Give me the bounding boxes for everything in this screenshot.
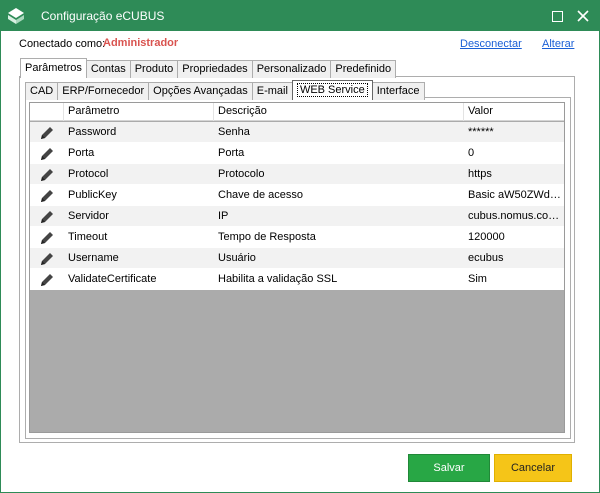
tab-web-service[interactable]: WEB Service (291, 80, 373, 100)
row-value: 0 (468, 147, 475, 159)
edit-pencil-icon[interactable] (30, 248, 64, 269)
row-param: Servidor (68, 210, 109, 222)
table-row[interactable]: Protocol Protocolo https (30, 164, 564, 185)
edit-pencil-icon[interactable] (30, 269, 64, 290)
tab-erp-fornecedor[interactable]: ERP/Fornecedor (57, 82, 150, 100)
row-value: ecubus (468, 252, 504, 264)
config-window: Configuração eCUBUS Conectado como: Admi… (0, 0, 600, 493)
row-desc: Protocolo (218, 168, 265, 180)
table-row[interactable]: ValidateCertificate Habilita a validação… (30, 269, 564, 290)
grid-rows: Password Senha ****** Porta Porta 0 Prot… (30, 122, 565, 290)
tab-opcoes-avancadas[interactable]: Opções Avançadas (148, 82, 253, 100)
tab-email[interactable]: E-mail (251, 82, 293, 100)
edit-pencil-icon[interactable] (30, 206, 64, 227)
edit-pencil-icon[interactable] (30, 227, 64, 248)
row-param: ValidateCertificate (68, 273, 157, 285)
header-descricao[interactable]: Descrição (214, 103, 464, 121)
tab-interface[interactable]: Interface (371, 82, 425, 100)
tab-personalizado[interactable]: Personalizado (251, 60, 332, 78)
connected-user: Administrador (103, 37, 179, 49)
connected-as-label: Conectado como: (19, 38, 106, 50)
save-button[interactable]: Salvar (408, 454, 490, 482)
ecubus-logo-icon (7, 7, 25, 25)
header-edit (30, 103, 64, 121)
table-row[interactable]: Porta Porta 0 (30, 143, 564, 164)
row-value: ****** (468, 126, 494, 138)
tab-propriedades[interactable]: Propriedades (177, 60, 253, 78)
row-value: Basic aW50ZWdyY... (468, 189, 565, 201)
row-value: https (468, 168, 492, 180)
edit-pencil-icon[interactable] (30, 164, 64, 185)
tab-produto[interactable]: Produto (129, 60, 179, 78)
row-value: 120000 (468, 231, 505, 243)
change-link[interactable]: Alterar (542, 38, 574, 50)
edit-pencil-icon[interactable] (30, 143, 64, 164)
row-desc: Chave de acesso (218, 189, 303, 201)
header-parametro[interactable]: Parâmetro (64, 103, 214, 121)
tab-web-service-label: WEB Service (296, 83, 368, 97)
row-param: Password (68, 126, 117, 138)
header-valor[interactable]: Valor (464, 103, 564, 121)
cancel-button[interactable]: Cancelar (494, 454, 572, 482)
edit-pencil-icon[interactable] (30, 122, 64, 143)
table-row[interactable]: Timeout Tempo de Resposta 120000 (30, 227, 564, 248)
window-title: Configuração eCUBUS (41, 9, 165, 23)
row-desc: Tempo de Resposta (218, 231, 316, 243)
row-desc: Usuário (218, 252, 256, 264)
row-param: PublicKey (68, 189, 117, 201)
row-desc: Habilita a validação SSL (218, 273, 338, 285)
row-value: cubus.nomus.com.br (468, 210, 565, 222)
close-icon[interactable] (573, 6, 593, 26)
table-row[interactable]: Password Senha ****** (30, 122, 564, 143)
row-desc: Senha (218, 126, 250, 138)
row-param: Porta (68, 147, 95, 159)
row-param: Timeout (68, 231, 108, 243)
title-bar[interactable]: Configuração eCUBUS (1, 1, 599, 31)
edit-pencil-icon[interactable] (30, 185, 64, 206)
top-tabs: Parâmetros Contas Produto Propriedades P… (20, 58, 397, 78)
maximize-icon[interactable] (547, 6, 567, 26)
row-value: Sim (468, 273, 487, 285)
tab-contas[interactable]: Contas (85, 60, 131, 78)
table-row[interactable]: PublicKey Chave de acesso Basic aW50ZWdy… (30, 185, 565, 206)
row-param: Username (68, 252, 119, 264)
row-desc: Porta (218, 147, 245, 159)
table-row[interactable]: Username Usuário ecubus (30, 248, 564, 269)
disconnect-link[interactable]: Desconectar (460, 38, 522, 50)
tab-cad[interactable]: CAD (25, 82, 59, 100)
row-param: Protocol (68, 168, 109, 180)
tab-predefinido[interactable]: Predefinido (330, 60, 397, 78)
grid-header: Parâmetro Descrição Valor (30, 103, 564, 121)
tab-parametros[interactable]: Parâmetros (20, 58, 87, 78)
parameters-grid[interactable]: Parâmetro Descrição Valor Password Senha… (29, 102, 565, 433)
table-row[interactable]: Servidor IP cubus.nomus.com.br (30, 206, 565, 227)
sub-tabs: CAD ERP/Fornecedor Opções Avançadas E-ma… (25, 80, 425, 100)
row-desc: IP (218, 210, 229, 222)
